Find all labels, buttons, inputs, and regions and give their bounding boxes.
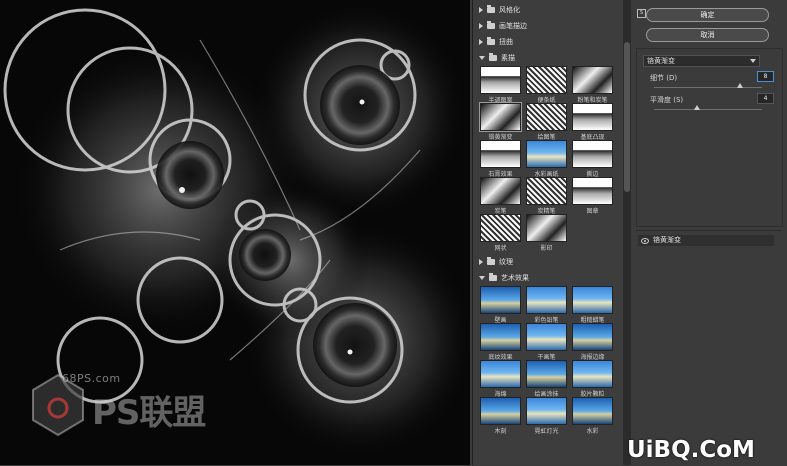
filter-thumb[interactable]: 水彩 — [572, 397, 613, 435]
expand-arrow-icon — [479, 39, 483, 45]
smoothness-value-input[interactable]: 4 — [757, 93, 774, 104]
category-artistic[interactable]: 艺术效果 — [473, 270, 630, 286]
filter-thumb[interactable]: 影印 — [526, 214, 567, 252]
filter-gallery-panel: 风格化 画笔描边 扭曲 素描 半调图案 便条纸 粉笔和炭笔 铬黄渐变 绘图笔 基… — [472, 0, 630, 465]
smoothness-label: 平滑度 (S) — [650, 96, 684, 104]
filter-thumb[interactable]: 炭笔 — [480, 177, 521, 215]
expand-arrow-icon — [479, 23, 483, 29]
filter-thumb[interactable]: 绘画涂抹 — [526, 360, 567, 398]
filter-thumb[interactable]: 便条纸 — [526, 66, 567, 104]
effect-layers-list: 铬黄渐变 — [636, 230, 781, 466]
category-distort[interactable]: 扭曲 — [473, 34, 630, 50]
folder-icon — [487, 21, 495, 29]
filter-thumb[interactable]: 干画笔 — [526, 323, 567, 361]
filter-select[interactable]: 铬黄渐变 — [643, 55, 760, 67]
filter-thumb[interactable]: 海绵 — [480, 360, 521, 398]
folder-open-icon — [489, 273, 497, 281]
filter-thumb[interactable]: 海报边缘 — [572, 323, 613, 361]
category-texture[interactable]: 纹理 — [473, 254, 630, 270]
chevron-down-icon — [750, 59, 756, 63]
ok-button[interactable]: 确定 — [646, 8, 769, 22]
filter-thumb[interactable]: 底纹效果 — [480, 323, 521, 361]
category-brush-strokes[interactable]: 画笔描边 — [473, 18, 630, 34]
filter-thumb[interactable]: 胶片颗粒 — [572, 360, 613, 398]
filter-thumb[interactable]: 绘图笔 — [526, 103, 567, 141]
filter-thumb[interactable]: 基底凸现 — [572, 103, 613, 141]
filter-thumb[interactable]: 木刻 — [480, 397, 521, 435]
filter-thumb[interactable]: 网状 — [480, 214, 521, 252]
effect-layer-row[interactable]: 铬黄渐变 — [638, 235, 774, 246]
folder-open-icon — [489, 53, 497, 61]
detail-value-input[interactable]: 8 — [757, 71, 774, 82]
filter-thumb[interactable]: 壁画 — [480, 286, 521, 324]
filter-thumb[interactable]: 石膏效果 — [480, 140, 521, 178]
folder-icon — [487, 5, 495, 13]
scrollbar-thumb[interactable] — [624, 42, 630, 192]
filter-thumb[interactable]: 粉笔和炭笔 — [572, 66, 613, 104]
corner-watermark: UiBQ.CoM — [627, 437, 755, 463]
eye-icon[interactable] — [641, 238, 649, 244]
smoothness-slider-handle[interactable] — [694, 105, 701, 110]
detail-label: 细节 (D) — [650, 74, 678, 82]
filter-settings-box: 铬黄渐变 细节 (D) 8 平滑度 (S) 4 — [636, 48, 783, 227]
watermark-brand: PS联盟 — [92, 393, 206, 433]
folder-icon — [487, 37, 495, 45]
folder-icon — [487, 257, 495, 265]
expand-arrow-icon — [479, 7, 483, 13]
category-sketch[interactable]: 素描 — [473, 50, 630, 66]
gallery-scrollbar[interactable] — [623, 0, 631, 465]
filter-thumb[interactable]: 撕边 — [572, 140, 613, 178]
settings-panel: S 确定 取消 铬黄渐变 细节 (D) 8 平滑度 (S) 4 铬黄渐变 — [631, 0, 787, 465]
filter-thumb[interactable]: 彩色铅笔 — [526, 286, 567, 324]
filter-thumb[interactable]: 图章 — [572, 177, 613, 215]
filter-thumb[interactable]: 水彩画纸 — [526, 140, 567, 178]
filter-preview-canvas[interactable]: 68PS.com PS联盟 — [0, 0, 470, 465]
filter-thumb[interactable]: 炭精笔 — [526, 177, 567, 215]
ps-badge-icon: S — [637, 9, 646, 18]
watermark-site: 68PS.com — [62, 372, 121, 385]
cancel-button[interactable]: 取消 — [646, 28, 769, 42]
collapse-arrow-icon — [479, 56, 485, 60]
smoothness-slider[interactable] — [654, 109, 762, 110]
detail-slider[interactable] — [654, 87, 762, 88]
filter-thumb[interactable]: 粗糙蜡笔 — [572, 286, 613, 324]
filter-thumb[interactable]: 霓虹灯光 — [526, 397, 567, 435]
artistic-filter-grid: 壁画 彩色铅笔 粗糙蜡笔 底纹效果 干画笔 海报边缘 海绵 绘画涂抹 胶片颗粒 … — [473, 286, 630, 435]
filter-thumb-selected[interactable]: 铬黄渐变 — [479, 102, 522, 141]
expand-arrow-icon — [479, 259, 483, 265]
category-stylize[interactable]: 风格化 — [473, 2, 630, 18]
detail-slider-handle[interactable] — [737, 83, 744, 88]
sketch-filter-grid: 半调图案 便条纸 粉笔和炭笔 铬黄渐变 绘图笔 基底凸现 石膏效果 水彩画纸 撕… — [473, 66, 630, 252]
collapse-arrow-icon — [479, 276, 485, 280]
filter-thumb[interactable]: 半调图案 — [480, 66, 521, 104]
